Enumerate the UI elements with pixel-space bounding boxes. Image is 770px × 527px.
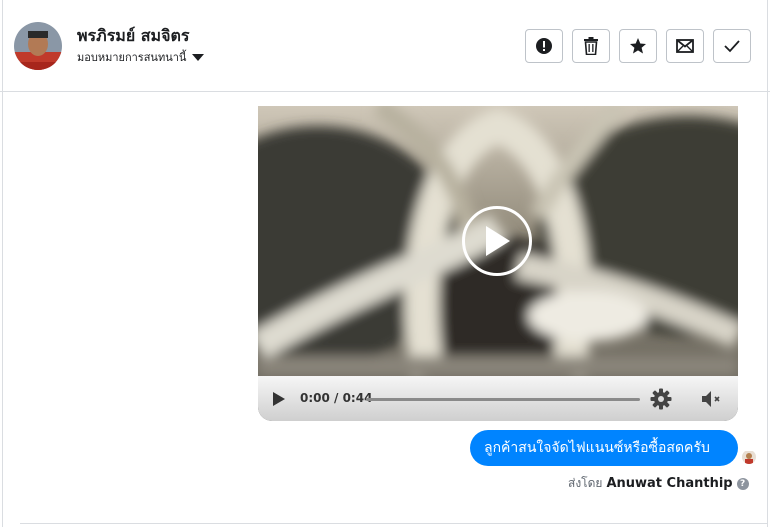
header-actions <box>525 29 751 63</box>
agent-name: Anuwat Chanthip <box>606 476 733 491</box>
trash-icon <box>584 37 598 55</box>
conversation-header: พรภิรมย์ สมจิตร มอบหมายการสนทนานี้ <box>0 0 770 92</box>
assign-conversation-dropdown[interactable]: มอบหมายการสนทนานี้ <box>77 48 205 66</box>
settings-gear-icon[interactable] <box>650 388 672 410</box>
composer-divider <box>20 523 768 524</box>
contact-avatar[interactable] <box>14 22 62 70</box>
message-bubble[interactable]: ลูกค้าสนใจจัดไฟแนนซ์หรือซื้อสดครับ <box>470 430 738 466</box>
star-icon <box>630 38 646 54</box>
exclamation-circle-icon <box>536 38 552 54</box>
mark-unread-button[interactable] <box>666 29 704 63</box>
sent-by-label: ส่งโดย <box>568 476 603 490</box>
envelope-icon <box>676 39 694 53</box>
play-overlay-button[interactable] <box>462 206 532 276</box>
video-message[interactable]: 0:00 / 0:44 <box>258 106 738 421</box>
help-icon[interactable]: ? <box>736 477 749 490</box>
mark-done-button[interactable] <box>713 29 751 63</box>
checkmark-icon <box>724 40 740 53</box>
play-icon <box>486 226 510 256</box>
contact-name: พรภิรมย์ สมจิตร <box>77 26 190 45</box>
assign-conversation-label: มอบหมายการสนทนานี้ <box>77 51 187 64</box>
control-play-icon[interactable] <box>272 391 286 407</box>
video-controls: 0:00 / 0:44 <box>258 376 738 421</box>
message-text: ลูกค้าสนใจจัดไฟแนนซ์หรือซื้อสดครับ <box>484 440 710 456</box>
delete-button[interactable] <box>572 29 610 63</box>
star-button[interactable] <box>619 29 657 63</box>
video-time: 0:00 / 0:44 <box>300 391 373 405</box>
volume-muted-icon[interactable] <box>700 389 724 409</box>
caret-down-icon <box>192 54 205 61</box>
agent-avatar <box>742 450 756 464</box>
video-seek-bar[interactable] <box>366 398 640 401</box>
report-spam-button[interactable] <box>525 29 563 63</box>
sent-by-line: ส่งโดย Anuwat Chanthip ? <box>568 474 749 493</box>
